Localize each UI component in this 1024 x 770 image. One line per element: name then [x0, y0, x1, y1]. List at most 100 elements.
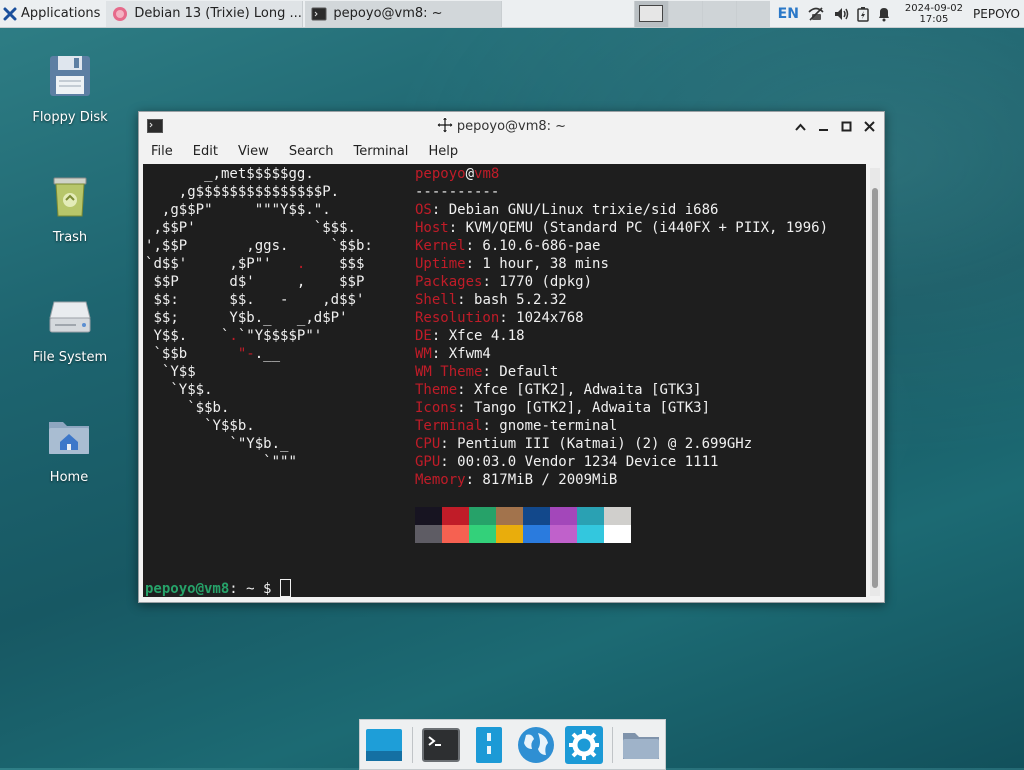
keyboard-layout-indicator[interactable]: EN — [778, 6, 799, 22]
ascii-accent-char: " — [237, 346, 247, 362]
menu-terminal[interactable]: Terminal — [341, 141, 416, 164]
dock-panel — [359, 719, 666, 770]
desktop-icon-floppy-disk[interactable]: Floppy Disk — [20, 52, 120, 125]
menu-file[interactable]: File — [139, 141, 181, 164]
neofetch-label: Host — [415, 220, 449, 236]
prompt-path: : ~ $ — [229, 581, 280, 597]
dock-show-desktop[interactable] — [364, 725, 404, 765]
close-button[interactable] — [861, 118, 878, 135]
neofetch-label: Shell — [415, 292, 458, 308]
menu-view[interactable]: View — [226, 141, 277, 164]
workspace-1[interactable] — [633, 0, 668, 27]
dock-web-browser[interactable] — [516, 725, 556, 765]
menu-edit[interactable]: Edit — [181, 141, 226, 164]
palette-row-dark — [415, 507, 631, 525]
desktop-icon-label: Floppy Disk — [32, 110, 108, 125]
taskbar-item-terminal[interactable]: pepoyo@vm8: ~ — [305, 0, 503, 27]
color-palette — [415, 507, 631, 543]
neofetch-info: pepoyo@vm8 ---------- OS: Debian GNU/Lin… — [415, 165, 828, 489]
neofetch-value: : Pentium III (Katmai) (2) @ 2.699GHz — [440, 436, 753, 452]
ascii-logo-line: Y$$. `.`"Y$$$$P"' — [153, 328, 323, 344]
neofetch-label: Kernel — [415, 238, 466, 254]
menu-help[interactable]: Help — [416, 141, 466, 164]
neofetch-host: vm8 — [474, 166, 500, 182]
workspace-window-preview — [639, 5, 664, 22]
shade-button[interactable] — [792, 118, 809, 135]
neofetch-row: Memory: 817MiB / 2009MiB — [415, 472, 617, 488]
palette-swatch — [523, 525, 550, 543]
desktop-icon-trash[interactable]: Trash — [20, 172, 120, 245]
neofetch-label: Memory — [415, 472, 466, 488]
neofetch-row: Uptime: 1 hour, 38 mins — [415, 256, 609, 272]
clock[interactable]: 2024-09-02 17:05 — [899, 3, 969, 25]
desktop-icon-home[interactable]: Home — [19, 412, 119, 485]
terminal-icon — [311, 7, 327, 20]
neofetch-row: DE: Xfce 4.18 — [415, 328, 525, 344]
shell-prompt[interactable]: pepoyo@vm8: ~ $ — [145, 579, 291, 597]
neofetch-row: WM Theme: Default — [415, 364, 558, 380]
taskbar-item-browser[interactable]: Debian 13 (Trixie) Long ... — [106, 0, 304, 27]
workspace-2[interactable] — [667, 0, 702, 27]
desktop-icon-label: Trash — [52, 230, 88, 245]
neofetch-label: WM Theme — [415, 364, 483, 380]
neofetch-value: : KVM/QEMU (Standard PC (i440FX + PIIX, … — [448, 220, 829, 236]
volume-icon[interactable] — [833, 6, 849, 22]
file-manager-icon — [475, 726, 502, 763]
palette-swatch — [550, 525, 577, 543]
dock-file-manager[interactable] — [469, 725, 509, 765]
workspace-4[interactable] — [735, 0, 770, 27]
floppy-disk-icon — [50, 56, 90, 96]
user-menu[interactable]: PEPOYO — [969, 7, 1024, 21]
ascii-logo-line: `"Y$b._ — [229, 436, 289, 452]
minimize-button[interactable] — [815, 118, 832, 135]
network-icon[interactable] — [807, 6, 825, 22]
palette-swatch — [469, 507, 496, 525]
dock-terminal[interactable] — [421, 725, 461, 765]
window-controls — [792, 118, 878, 135]
firefox-icon — [113, 6, 128, 21]
battery-icon[interactable] — [857, 6, 869, 22]
maximize-button[interactable] — [838, 118, 855, 135]
palette-swatch — [442, 525, 469, 543]
palette-swatch — [496, 525, 523, 543]
neofetch-value: : 1 hour, 38 mins — [465, 256, 609, 272]
dock-separator — [612, 726, 614, 763]
desktop-icon-label: Home — [49, 470, 89, 485]
neofetch-label: Terminal — [415, 418, 483, 434]
ascii-logo-line: `Y$$. — [170, 382, 213, 398]
web-browser-icon — [518, 726, 555, 763]
neofetch-value: : 817MiB / 2009MiB — [465, 472, 618, 488]
workspace-3[interactable] — [701, 0, 736, 27]
palette-swatch — [442, 507, 469, 525]
clock-time: 17:05 — [919, 13, 949, 25]
palette-swatch — [604, 525, 631, 543]
scrollbar-thumb[interactable] — [872, 188, 878, 588]
terminal-scrollbar[interactable] — [870, 168, 880, 596]
applications-menu-button[interactable]: Applications — [0, 0, 104, 27]
drive-icon — [49, 301, 91, 333]
clock-date: 2024-09-02 — [904, 2, 964, 14]
menu-search[interactable]: Search — [277, 141, 342, 164]
applications-label: Applications — [21, 6, 101, 21]
neofetch-value: : Xfce 4.18 — [431, 328, 525, 344]
neofetch-row: Shell: bash 5.2.32 — [415, 292, 567, 308]
neofetch-label: GPU — [415, 454, 441, 470]
dock-settings[interactable] — [564, 725, 604, 765]
neofetch-value: : gnome-terminal — [482, 418, 618, 434]
neofetch-value: : 6.10.6-686-pae — [465, 238, 601, 254]
home-folder-icon — [49, 422, 89, 454]
neofetch-label: Resolution — [415, 310, 500, 326]
neofetch-value: : Tango [GTK2], Adwaita [GTK3] — [457, 400, 711, 416]
desktop-icon-file-system[interactable]: File System — [20, 292, 120, 365]
neofetch-value: : bash 5.2.32 — [457, 292, 567, 308]
neofetch-value: : Default — [482, 364, 559, 380]
chevron-up-icon — [795, 123, 806, 131]
terminal-titlebar[interactable]: pepoyo@vm8: ~ — [139, 112, 884, 140]
dock-folder[interactable] — [621, 725, 661, 765]
neofetch-label: WM — [415, 346, 432, 362]
terminal-output[interactable]: _,met$$$$$gg. ,g$$$$$$$$$$$$$$$P. ,g$$P"… — [143, 164, 866, 597]
notification-bell-icon[interactable] — [877, 6, 891, 22]
taskbar-label: pepoyo@vm8: ~ — [333, 6, 443, 21]
palette-swatch — [577, 525, 604, 543]
neofetch-row: CPU: Pentium III (Katmai) (2) @ 2.699GHz — [415, 436, 752, 452]
